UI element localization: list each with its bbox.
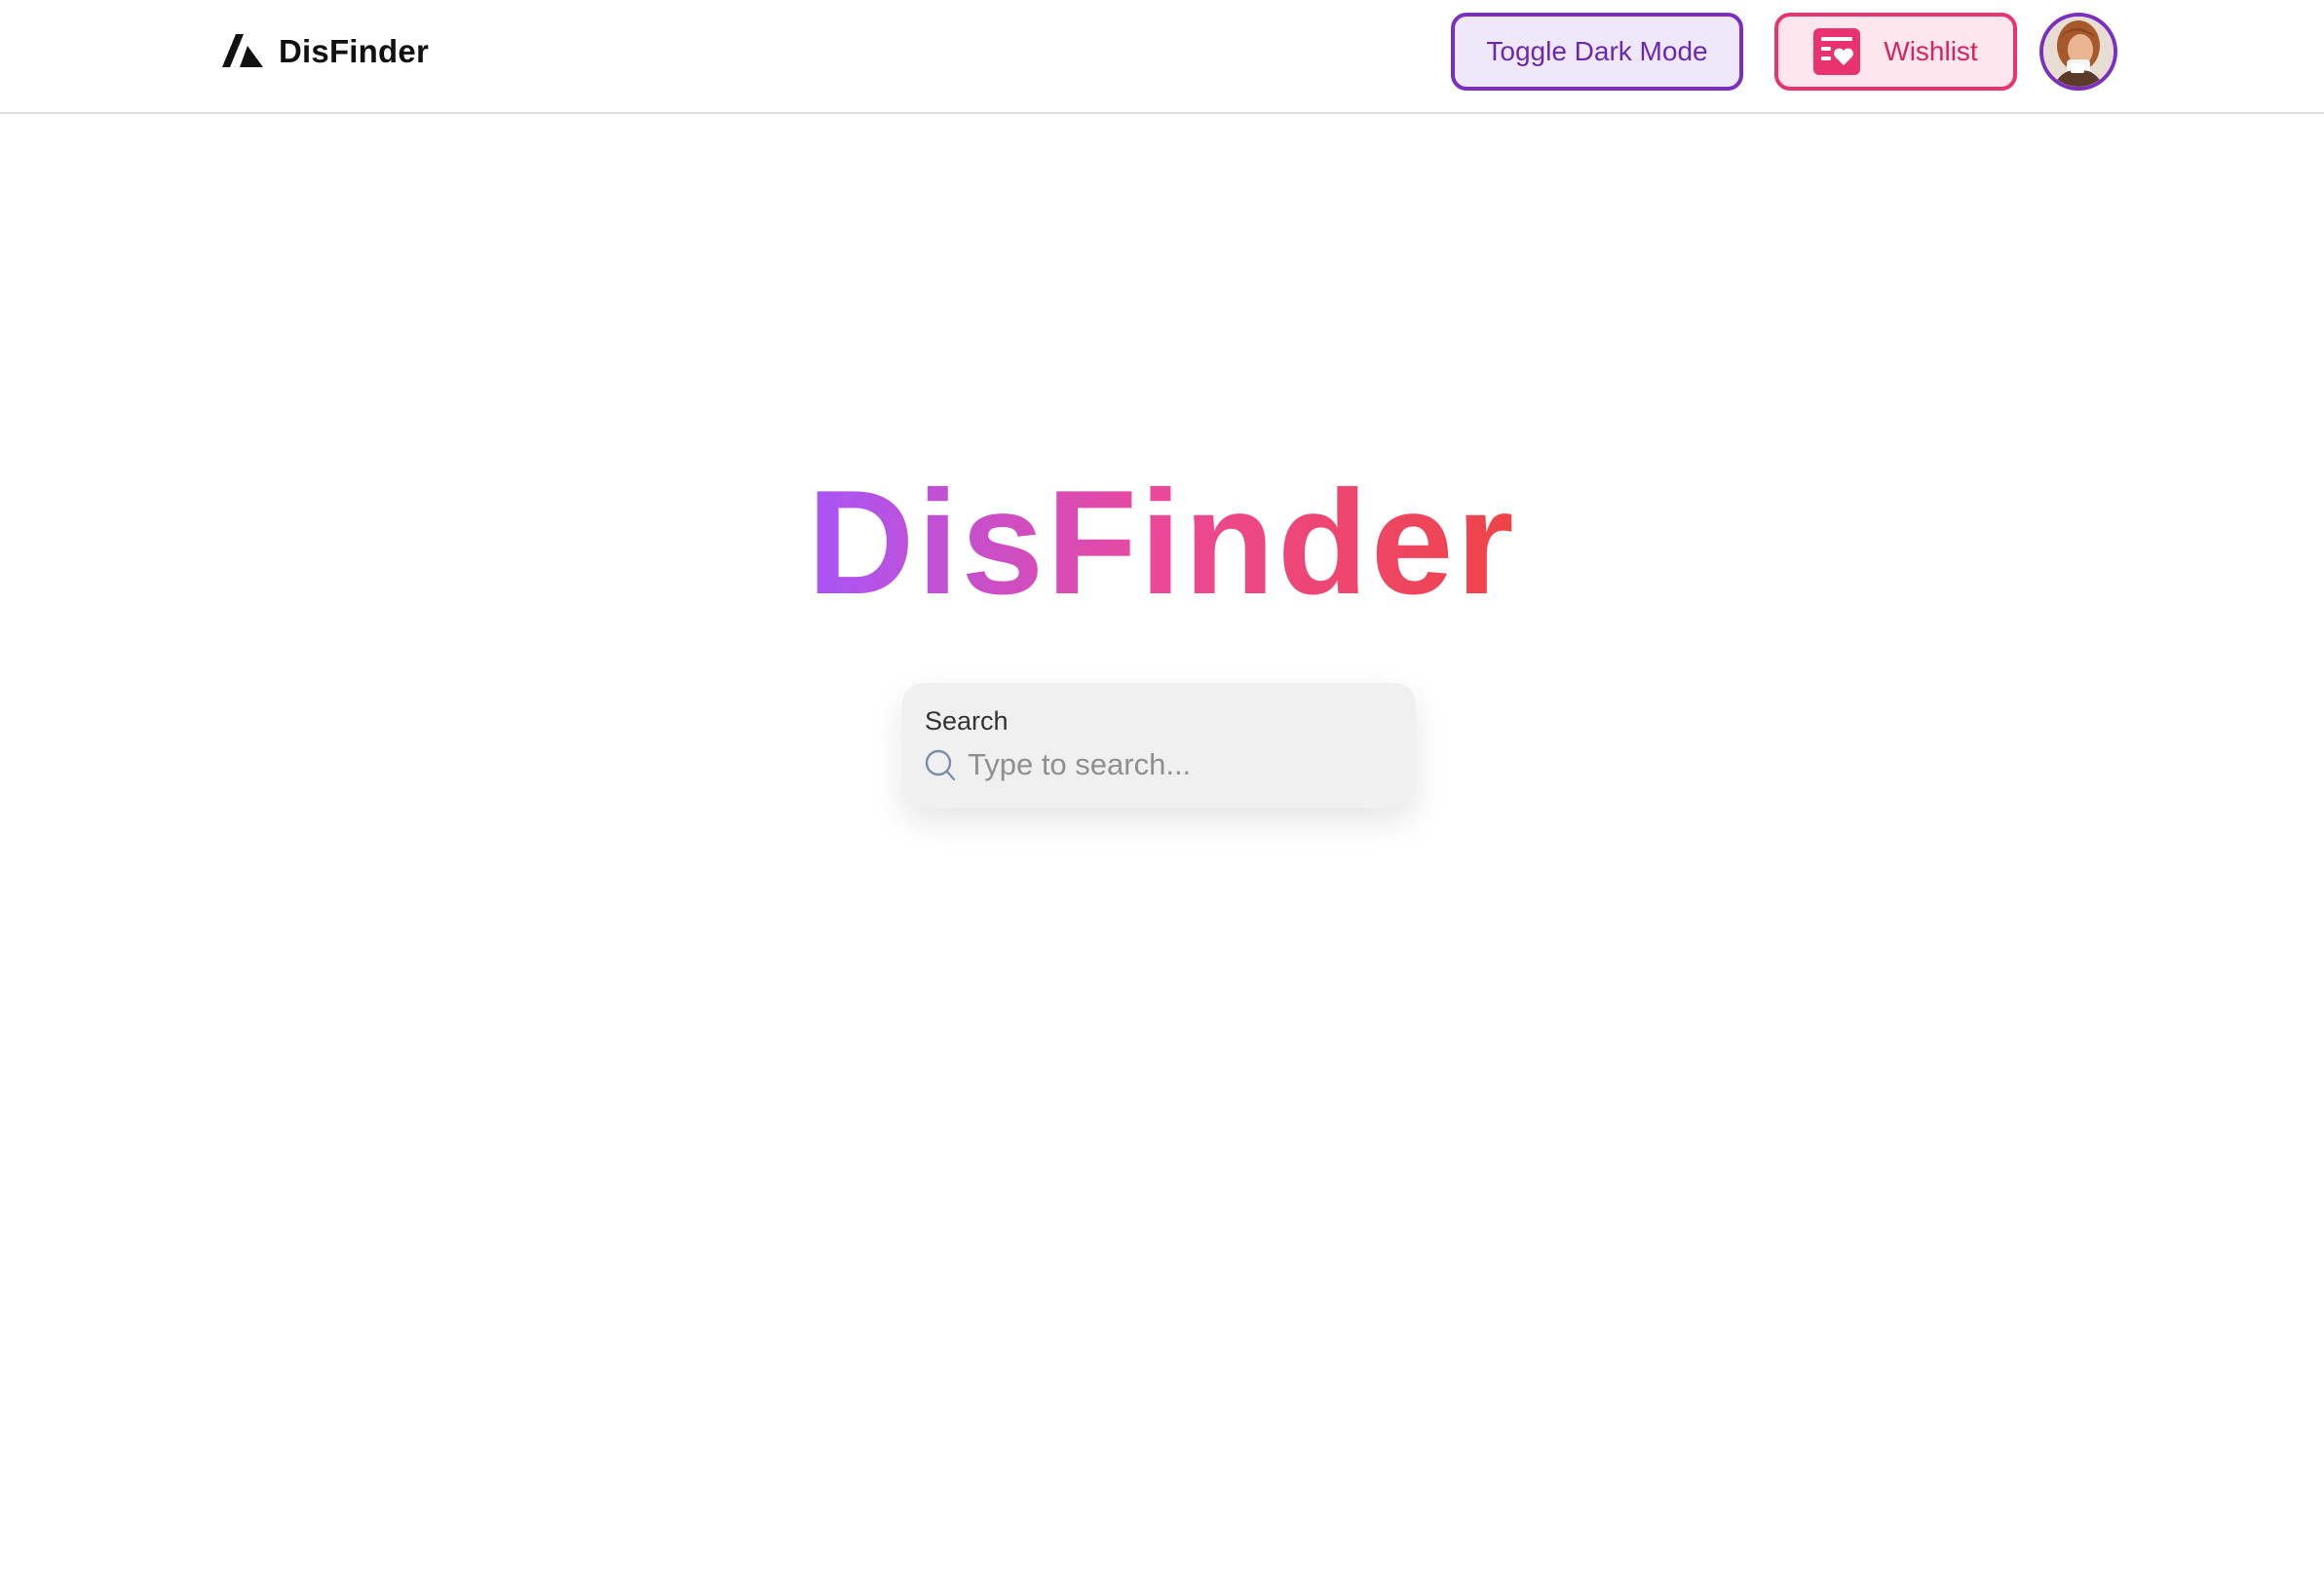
navbar: DisFinder Toggle Dark Mode Wishlist — [0, 0, 2324, 114]
wishlist-button[interactable]: Wishlist — [1774, 13, 2017, 91]
search-icon — [925, 749, 956, 781]
toggle-dark-mode-button[interactable]: Toggle Dark Mode — [1451, 13, 1743, 91]
search-label: Search — [925, 706, 1009, 736]
hero-title: DisFinder — [807, 459, 1517, 625]
brand-name: DisFinder — [279, 32, 429, 69]
search-card: Search — [902, 683, 1416, 808]
search-row — [925, 743, 1396, 786]
brand[interactable]: DisFinder — [222, 29, 429, 73]
avatar[interactable] — [2039, 13, 2117, 91]
wishlist-label: Wishlist — [1884, 36, 1978, 66]
brand-logo-icon — [222, 33, 263, 67]
search-input[interactable] — [968, 743, 1396, 786]
list-heart-icon — [1813, 28, 1861, 75]
avatar-image — [2043, 17, 2114, 87]
